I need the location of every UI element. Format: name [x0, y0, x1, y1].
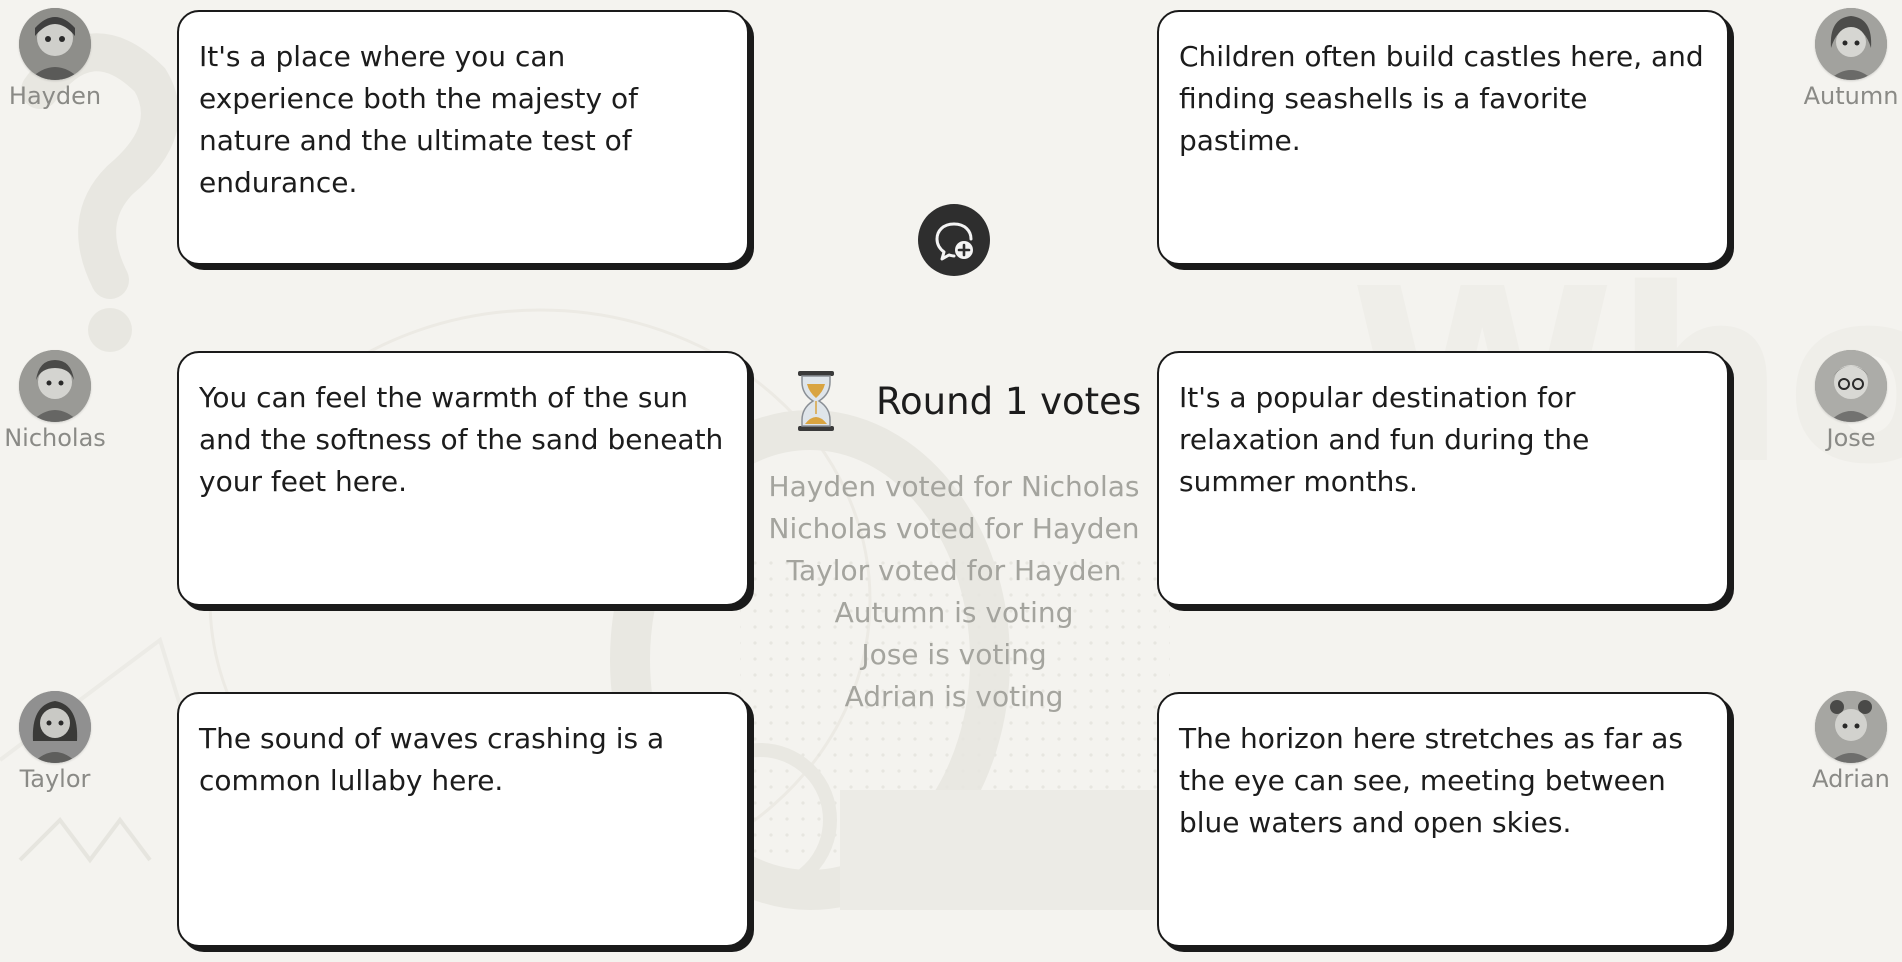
- vote-list: Hayden voted for Nicholas Nicholas voted…: [764, 466, 1144, 718]
- hint-card-nicholas: You can feel the warmth of the sun and t…: [177, 351, 749, 606]
- player-name: Taylor: [19, 765, 91, 793]
- adrian-avatar-icon: [1815, 691, 1887, 763]
- vote-status: Hayden voted for Nicholas: [768, 470, 1140, 503]
- hint-card-autumn: Children often build castles here, and f…: [1157, 10, 1729, 265]
- hint-text: The sound of waves crashing is a common …: [199, 722, 665, 797]
- taylor-avatar-icon: [19, 691, 91, 763]
- player-autumn[interactable]: Autumn: [1796, 8, 1902, 110]
- add-chat-button[interactable]: [918, 204, 990, 276]
- hint-card-taylor: The sound of waves crashing is a common …: [177, 692, 749, 947]
- jose-avatar-icon: [1815, 350, 1887, 422]
- hayden-avatar-icon: [19, 8, 91, 80]
- nicholas-avatar-icon: [19, 350, 91, 422]
- player-jose[interactable]: Jose: [1796, 350, 1902, 452]
- hourglass-icon: [798, 371, 834, 431]
- player-name: Nicholas: [4, 424, 106, 452]
- player-name: Hayden: [8, 82, 102, 110]
- autumn-avatar-icon: [1815, 8, 1887, 80]
- vote-status: Adrian is voting: [844, 680, 1064, 713]
- player-name: Autumn: [1803, 82, 1899, 110]
- round-header: Round 1 votes: [790, 370, 1141, 434]
- hint-text: It's a place where you can experience bo…: [199, 40, 638, 199]
- hint-text: It's a popular destination for relaxatio…: [1179, 381, 1590, 498]
- round-title: Round 1 votes: [876, 380, 1142, 423]
- hint-text: The horizon here stretches as far as the…: [1179, 722, 1683, 839]
- player-name: Jose: [1826, 424, 1876, 452]
- hint-card-jose: It's a popular destination for relaxatio…: [1157, 351, 1729, 606]
- player-nicholas[interactable]: Nicholas: [0, 350, 110, 452]
- player-adrian[interactable]: Adrian: [1796, 691, 1902, 793]
- player-taylor[interactable]: Taylor: [0, 691, 110, 793]
- vote-status: Jose is voting: [861, 638, 1047, 671]
- vote-status: Taylor voted for Hayden: [786, 554, 1122, 587]
- hint-card-hayden: It's a place where you can experience bo…: [177, 10, 749, 265]
- vote-status: Autumn is voting: [834, 596, 1074, 629]
- player-hayden[interactable]: Hayden: [0, 8, 110, 110]
- hint-text: You can feel the warmth of the sun and t…: [199, 381, 724, 498]
- player-name: Adrian: [1812, 765, 1890, 793]
- vote-status: Nicholas voted for Hayden: [768, 512, 1140, 545]
- chat-bubble-plus-icon: [935, 222, 973, 261]
- hint-card-adrian: The horizon here stretches as far as the…: [1157, 692, 1729, 947]
- hint-text: Children often build castles here, and f…: [1179, 40, 1704, 157]
